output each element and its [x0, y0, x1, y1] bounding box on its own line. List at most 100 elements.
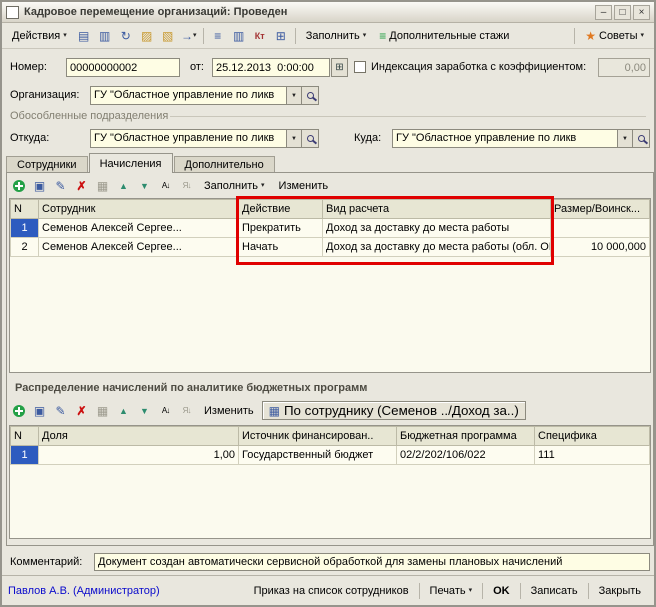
minimize-button[interactable]: –: [595, 5, 612, 20]
fill-button[interactable]: Заполнить ▾: [300, 27, 373, 45]
tab-additional[interactable]: Дополнительно: [174, 156, 275, 173]
cell-calc[interactable]: Доход за доставку до места работы (обл. …: [323, 238, 551, 257]
posting-kt-icon[interactable]: Кт: [250, 26, 270, 45]
row-number[interactable]: 1: [11, 446, 39, 465]
cell-source[interactable]: Государственный бюджет: [239, 446, 397, 465]
from-value[interactable]: ГУ "Областное управление по ликв: [91, 130, 286, 147]
sort-desc-icon[interactable]: Я↓: [177, 177, 196, 195]
organization-dropdown-button[interactable]: ▼: [286, 87, 301, 104]
table-row[interactable]: 1 Семенов Алексей Сергее... Прекратить Д…: [11, 219, 650, 238]
close-form-button[interactable]: Закрыть: [592, 582, 648, 600]
from-dropdown-button[interactable]: ▼: [286, 130, 301, 147]
indexation-input: [598, 58, 650, 77]
cell-calc[interactable]: Доход за доставку до места работы: [323, 219, 551, 238]
cell-action[interactable]: Начать: [239, 238, 323, 257]
from-combo[interactable]: ГУ "Областное управление по ликв ▼: [90, 129, 319, 148]
add-row-icon[interactable]: [9, 402, 28, 420]
sort-asc-icon[interactable]: А↓: [156, 402, 175, 420]
accruals-table[interactable]: N Сотрудник Действие Вид расчета Размер/…: [9, 198, 651, 373]
current-user: Павлов А.В. (Администратор): [8, 585, 160, 597]
separator: [588, 583, 589, 599]
number-input[interactable]: [66, 58, 180, 77]
indexation-checkbox[interactable]: [354, 61, 366, 73]
cell-program[interactable]: 02/2/202/106/022: [397, 446, 535, 465]
calendar-button[interactable]: ⊞: [331, 58, 348, 77]
edit-row-icon[interactable]: ✎: [51, 402, 70, 420]
cell-size[interactable]: 10 000,000: [551, 238, 650, 257]
col-n: N: [11, 427, 39, 446]
col-n: N: [11, 200, 39, 219]
sort-desc-icon[interactable]: Я↓: [177, 402, 196, 420]
folder-icon[interactable]: ▧: [158, 26, 178, 45]
order-list-button[interactable]: Приказ на список сотрудников: [247, 582, 416, 600]
close-button[interactable]: ×: [633, 5, 650, 20]
maximize-button[interactable]: □: [614, 5, 631, 20]
accruals-tab-panel: ▣ ✎ ✗ ▦ ▲ ▼ А↓ Я↓ Заполнить ▾ Изменить N: [6, 172, 654, 546]
delete-row-icon[interactable]: ✗: [72, 402, 91, 420]
copy-row-icon[interactable]: ▣: [30, 177, 49, 195]
organization-open-button[interactable]: [301, 87, 318, 104]
tab-employees[interactable]: Сотрудники: [6, 156, 88, 173]
tips-button[interactable]: ★ Советы ▾: [579, 27, 650, 45]
additional-experience-button[interactable]: ≡ Дополнительные стажи: [373, 27, 515, 45]
deletion-mark-icon[interactable]: ▦: [93, 402, 112, 420]
edit-row-icon[interactable]: ✎: [51, 177, 70, 195]
date-input[interactable]: [212, 58, 330, 77]
dropdown-icon: ▾: [63, 32, 67, 39]
row-number[interactable]: 1: [11, 219, 39, 238]
grid-fill-button[interactable]: Заполнить ▾: [198, 177, 271, 195]
to-dropdown-button[interactable]: ▼: [617, 130, 632, 147]
columns-icon[interactable]: ▥: [229, 26, 249, 45]
grid-icon[interactable]: ⊞: [271, 26, 291, 45]
move-down-icon[interactable]: ▼: [135, 402, 154, 420]
refresh-icon[interactable]: ↻: [116, 26, 136, 45]
move-up-icon[interactable]: ▲: [114, 402, 133, 420]
to-value[interactable]: ГУ "Областное управление по ликв: [393, 130, 617, 147]
by-employee-button[interactable]: ▦ По сотруднику (Семенов ../Доход за..): [262, 401, 526, 420]
sort-asc-icon[interactable]: А↓: [156, 177, 175, 195]
separator: [482, 583, 483, 599]
settings-icon[interactable]: ▨: [137, 26, 157, 45]
delete-row-icon[interactable]: ✗: [72, 177, 91, 195]
separator: [419, 583, 420, 599]
cell-size[interactable]: [551, 219, 650, 238]
table-row[interactable]: 1 1,00 Государственный бюджет 02/2/202/1…: [11, 446, 650, 465]
tab-accruals[interactable]: Начисления: [89, 153, 173, 173]
monitor-icon[interactable]: ▥: [95, 26, 115, 45]
ok-button[interactable]: OK: [486, 582, 517, 600]
actions-button[interactable]: Действия ▾: [6, 27, 73, 45]
list-icon[interactable]: ≡: [208, 26, 228, 45]
cell-employee[interactable]: Семенов Алексей Сергее...: [39, 238, 239, 257]
to-open-button[interactable]: [632, 130, 649, 147]
form-icon[interactable]: ▤: [74, 26, 94, 45]
titlebar: Кадровое перемещение организаций: Провед…: [2, 2, 654, 23]
chevron-down-icon: ▼: [291, 93, 297, 99]
move-up-icon[interactable]: ▲: [114, 177, 133, 195]
organization-label: Организация:: [10, 89, 79, 101]
deletion-mark-icon[interactable]: ▦: [93, 177, 112, 195]
cell-spec[interactable]: 111: [535, 446, 650, 465]
cell-share[interactable]: 1,00: [39, 446, 239, 465]
from-label: Откуда:: [10, 132, 49, 144]
cell-employee[interactable]: Семенов Алексей Сергее...: [39, 219, 239, 238]
distribution-change-button[interactable]: Изменить: [198, 402, 260, 420]
organization-combo[interactable]: ГУ "Областное управление по ликв ▼: [90, 86, 319, 105]
add-row-icon[interactable]: [9, 177, 28, 195]
print-button[interactable]: Печать ▾: [423, 582, 480, 600]
table-row[interactable]: 2 Семенов Алексей Сергее... Начать Доход…: [11, 238, 650, 257]
from-open-button[interactable]: [301, 130, 318, 147]
grid-change-button[interactable]: Изменить: [273, 177, 335, 195]
save-button[interactable]: Записать: [524, 582, 585, 600]
distribution-table[interactable]: N Доля Источник финансирован.. Бюджетная…: [9, 425, 651, 539]
fill-label: Заполнить: [306, 30, 360, 42]
row-number[interactable]: 2: [11, 238, 39, 257]
go-icon[interactable]: →▾: [179, 26, 199, 45]
to-combo[interactable]: ГУ "Областное управление по ликв ▼: [392, 129, 650, 148]
date-label: от:: [190, 61, 204, 73]
cell-action[interactable]: Прекратить: [239, 219, 323, 238]
move-down-icon[interactable]: ▼: [135, 177, 154, 195]
copy-row-icon[interactable]: ▣: [30, 402, 49, 420]
additional-experience-label: Дополнительные стажи: [389, 30, 509, 42]
organization-value[interactable]: ГУ "Областное управление по ликв: [91, 87, 286, 104]
comment-input[interactable]: [94, 553, 650, 571]
